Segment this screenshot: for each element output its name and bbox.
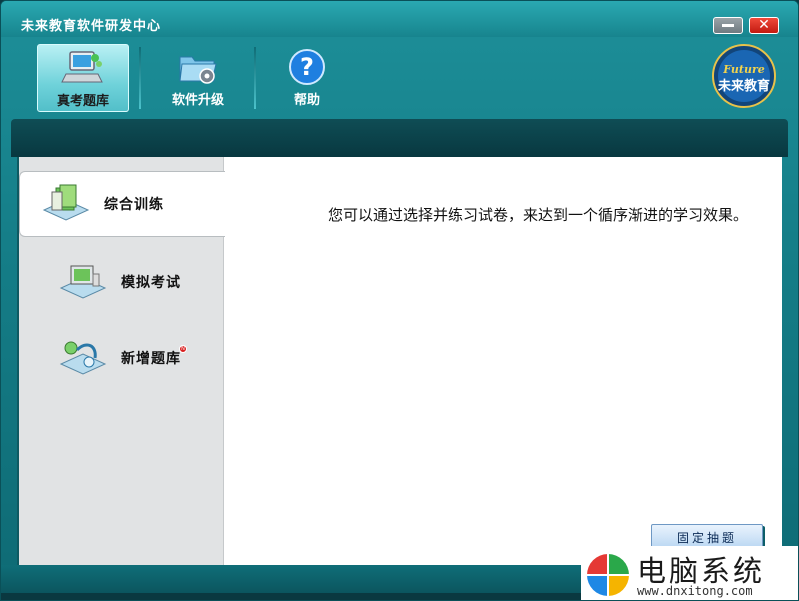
logo-main-text: 未来教育 [717,78,770,94]
toolbar: 真考题库 软件升级 ? 帮助 [1,37,798,117]
sidebar-item-label: 模拟考试 [121,275,181,291]
close-button[interactable]: ✕ [749,17,779,34]
question-bank-icon [59,341,107,375]
computer-monitor-icon [61,51,103,83]
status-strip [1,593,581,600]
books-icon [42,184,90,221]
svg-text:?: ? [300,53,314,81]
logo-top-text: Future [722,63,765,76]
toolbar-separator [254,47,256,109]
watermark: 电脑系统 www.dnxitong.com [581,546,798,600]
title-bar[interactable]: 未来教育软件研发中心 ✕ [1,1,798,37]
sidebar-item-mock-exam[interactable]: 模拟考试 [19,249,224,315]
watermark-url: www.dnxitong.com [637,584,753,598]
toolbar-separator [139,47,141,109]
sidebar-item-label: 综合训练 [104,197,164,213]
toolbar-item-help[interactable]: ? 帮助 [261,44,353,112]
header-band [11,119,788,157]
sidebar-item-label: 新增题库 [121,351,181,367]
folder-gear-icon [179,56,217,84]
toolbar-item-label: 真考题库 [56,94,109,109]
app-window: 未来教育软件研发中心 ✕ 真考题库 软件升级 ? 帮助 Future 未来教育 … [0,0,799,601]
toolbar-item-label: 帮助 [293,93,320,108]
minimize-icon [722,24,734,27]
window-title: 未来教育软件研发中心 [21,19,162,34]
exam-monitor-icon [59,265,107,299]
toolbar-item-upgrade[interactable]: 软件升级 [152,44,244,112]
new-badge: N [179,345,187,353]
windows-logo-icon [587,554,629,596]
description-text: 您可以通过选择并练习试卷，来达到一个循序渐进的学习效果。 [328,206,749,224]
help-question-icon: ? [289,49,325,85]
sidebar-item-comprehensive-training[interactable]: 综合训练 [19,171,225,237]
minimize-button[interactable] [713,17,743,34]
future-education-logo: Future 未来教育 [712,44,776,108]
sidebar-item-new-question-bank[interactable]: 新增题库 N [19,325,224,391]
toolbar-item-exam-bank[interactable]: 真考题库 [37,44,129,112]
toolbar-item-label: 软件升级 [171,93,224,108]
